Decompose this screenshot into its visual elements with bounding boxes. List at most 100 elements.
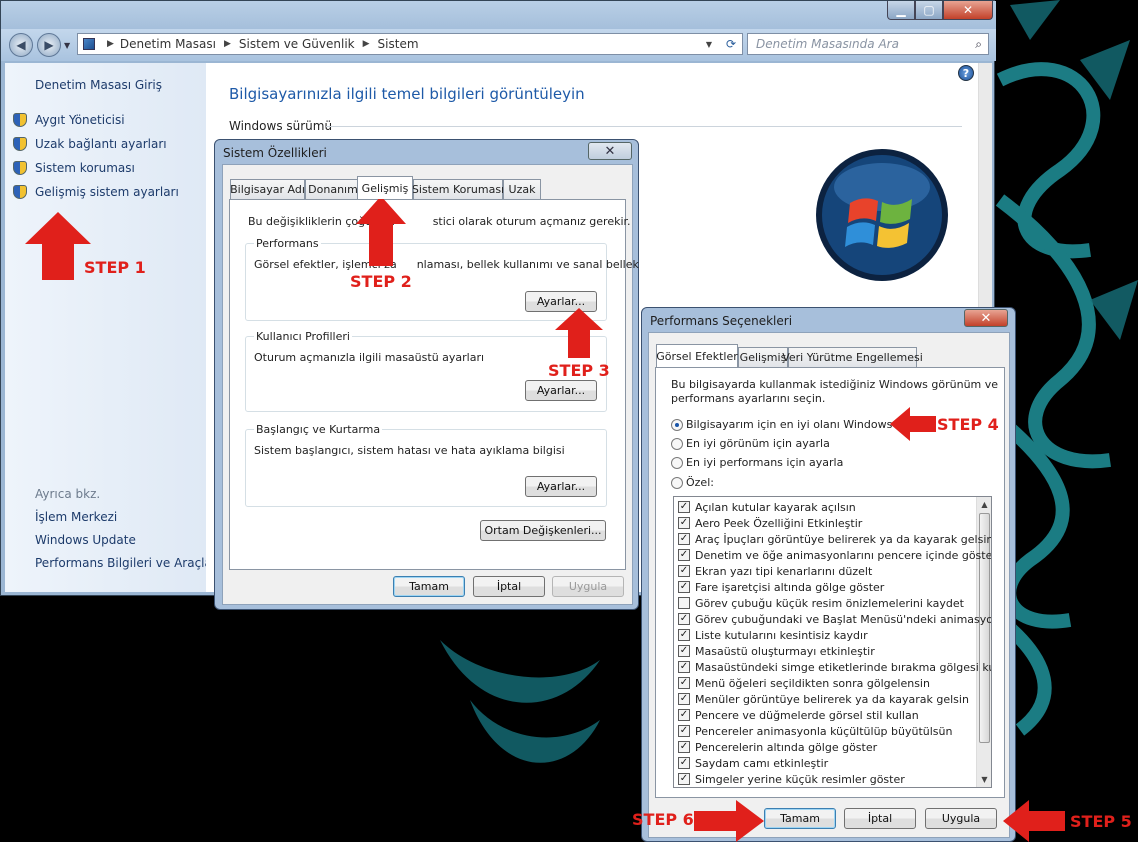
search-icon[interactable]: ⌕ bbox=[975, 37, 982, 52]
checkbox-label[interactable]: Menü öğeleri seçildikten sonra gölgelens… bbox=[695, 677, 930, 690]
checkbox-label[interactable]: Aero Peek Özelliğini Etkinleştir bbox=[695, 517, 862, 530]
checkbox[interactable]: ✓ bbox=[678, 517, 690, 529]
visual-effect-checkbox-row[interactable]: ✓ Menü öğeleri seçildikten sonra gölgelen… bbox=[678, 675, 930, 691]
radio-label[interactable]: Özel: bbox=[686, 476, 714, 489]
checkbox-label[interactable]: Pencereler animasyonla küçültülüp büyütü… bbox=[695, 725, 952, 738]
dialog-close-button[interactable]: ✕ bbox=[964, 309, 1008, 327]
tab-data-execution-prevention[interactable]: Veri Yürütme Engellemesi bbox=[782, 347, 923, 367]
radio-best-performance[interactable] bbox=[671, 457, 683, 469]
visual-effect-checkbox-row[interactable]: ✓ Menüler görüntüye belirerek ya da kayar… bbox=[678, 691, 969, 707]
ok-button[interactable]: Tamam bbox=[764, 808, 836, 829]
visual-effect-checkbox-row[interactable]: ✓ Masaüstündeki simge etiketlerinde bırak… bbox=[678, 659, 991, 675]
checkbox[interactable]: ✓ bbox=[678, 725, 690, 737]
checkbox-label[interactable]: Masaüstü oluşturmayı etkinleştir bbox=[695, 645, 875, 658]
action-center-link[interactable]: İşlem Merkezi bbox=[35, 510, 117, 524]
visual-effect-checkbox-row[interactable]: ✓ Denetim ve öğe animasyonlarını pencere … bbox=[678, 547, 991, 563]
maximize-button[interactable]: ▢ bbox=[915, 1, 943, 20]
checkbox-label[interactable]: Pencere ve düğmelerde görsel stil kullan bbox=[695, 709, 919, 722]
scroll-up-icon[interactable]: ▲ bbox=[977, 497, 991, 512]
visual-effect-checkbox-row[interactable]: ✓ Fare işaretçisi altında gölge göster bbox=[678, 579, 884, 595]
tab-computer-name[interactable]: Bilgisayar Adı bbox=[230, 179, 305, 199]
tab-hardware[interactable]: Donanım bbox=[305, 179, 361, 199]
tab-advanced[interactable]: Gelişmiş bbox=[738, 347, 788, 367]
radio-custom[interactable] bbox=[671, 477, 683, 489]
control-panel-home-link[interactable]: Denetim Masası Giriş bbox=[35, 78, 162, 92]
windows-update-link[interactable]: Windows Update bbox=[35, 533, 136, 547]
apply-button[interactable]: Uygula bbox=[552, 576, 624, 597]
checkbox-label[interactable]: Masaüstündeki simge etiketlerinde bırakm… bbox=[695, 661, 991, 674]
visual-effect-checkbox-row[interactable]: ✓ Araç İpuçları görüntüye belirerek ya da… bbox=[678, 531, 991, 547]
radio-label[interactable]: En iyi performans için ayarla bbox=[686, 456, 843, 469]
visual-effect-checkbox-row[interactable]: ✓ Görev çubuğundaki ve Başlat Menüsü'ndek… bbox=[678, 611, 991, 627]
visual-effect-checkbox-row[interactable]: ✓ Pencere ve düğmelerde görsel stil kulla… bbox=[678, 707, 919, 723]
dialog-close-button[interactable]: ✕ bbox=[588, 142, 632, 160]
visual-effect-checkbox-row[interactable]: Görev çubuğu küçük resim önizlemelerini … bbox=[678, 595, 964, 611]
checkbox[interactable]: ✓ bbox=[678, 661, 690, 673]
checkbox[interactable]: ✓ bbox=[678, 693, 690, 705]
checkbox-label[interactable]: Araç İpuçları görüntüye belirerek ya da … bbox=[695, 533, 991, 546]
checkbox[interactable]: ✓ bbox=[678, 501, 690, 513]
visual-effect-checkbox-row[interactable]: ✓ Saydam camı etkinleştir bbox=[678, 755, 828, 771]
breadcrumb-item[interactable]: Sistem bbox=[378, 37, 419, 51]
system-protection-link[interactable]: Sistem koruması bbox=[35, 161, 135, 175]
visual-effect-checkbox-row[interactable]: ✓ Açılan kutular kayarak açılsın bbox=[678, 499, 856, 515]
checkbox-label[interactable]: Görev çubuğundaki ve Başlat Menüsü'ndeki… bbox=[695, 613, 991, 626]
checkbox[interactable]: ✓ bbox=[678, 549, 690, 561]
help-icon[interactable]: ? bbox=[958, 65, 974, 81]
breadcrumb-item[interactable]: Sistem ve Güvenlik bbox=[239, 37, 355, 51]
checkbox[interactable] bbox=[678, 597, 690, 609]
minimize-button[interactable]: ▁ bbox=[887, 1, 915, 20]
address-bar[interactable]: ▶ Denetim Masası ▶ Sistem ve Güvenlik ▶ … bbox=[77, 33, 743, 55]
checkbox-label[interactable]: Simgeler yerine küçük resimler göster bbox=[695, 773, 905, 786]
visual-effect-checkbox-row[interactable]: ✓ Ekran yazı tipi kenarlarını düzelt bbox=[678, 563, 872, 579]
checkbox-label[interactable]: Görev çubuğu küçük resim önizlemelerini … bbox=[695, 597, 964, 610]
checkbox[interactable]: ✓ bbox=[678, 581, 690, 593]
forward-button[interactable]: ▶ bbox=[37, 33, 61, 57]
environment-variables-button[interactable]: Ortam Değişkenleri... bbox=[480, 520, 606, 541]
checkbox[interactable]: ✓ bbox=[678, 533, 690, 545]
visual-effect-checkbox-row[interactable]: ✓ Pencerelerin altında gölge göster bbox=[678, 739, 877, 755]
checkbox[interactable]: ✓ bbox=[678, 773, 690, 785]
visual-effect-checkbox-row[interactable]: ✓ Aero Peek Özelliğini Etkinleştir bbox=[678, 515, 862, 531]
address-dropdown-icon[interactable]: ▼ bbox=[706, 40, 712, 49]
checkbox[interactable]: ✓ bbox=[678, 645, 690, 657]
checkbox[interactable]: ✓ bbox=[678, 565, 690, 577]
advanced-system-settings-link[interactable]: Gelişmiş sistem ayarları bbox=[35, 185, 179, 199]
tab-system-protection[interactable]: Sistem Koruması bbox=[412, 179, 504, 199]
apply-button[interactable]: Uygula bbox=[925, 808, 997, 829]
visual-effect-checkbox-row[interactable]: ✓ Simgeler yerine küçük resimler göster bbox=[678, 771, 905, 787]
radio-let-windows-choose[interactable] bbox=[671, 419, 683, 431]
checkbox[interactable]: ✓ bbox=[678, 741, 690, 753]
tab-advanced[interactable]: Gelişmiş bbox=[357, 176, 413, 199]
visual-effect-checkbox-row[interactable]: ✓ Liste kutularını kesintisiz kaydır bbox=[678, 627, 868, 643]
back-button[interactable]: ◀ bbox=[9, 33, 33, 57]
cancel-button[interactable]: İptal bbox=[844, 808, 916, 829]
cancel-button[interactable]: İptal bbox=[473, 576, 545, 597]
checkbox-label[interactable]: Liste kutularını kesintisiz kaydır bbox=[695, 629, 868, 642]
checkbox-label[interactable]: Menüler görüntüye belirerek ya da kayara… bbox=[695, 693, 969, 706]
checkbox-label[interactable]: Fare işaretçisi altında gölge göster bbox=[695, 581, 884, 594]
breadcrumb-item[interactable]: Denetim Masası bbox=[120, 37, 216, 51]
visual-effect-checkbox-row[interactable]: ✓ Masaüstü oluşturmayı etkinleştir bbox=[678, 643, 875, 659]
checkbox[interactable]: ✓ bbox=[678, 677, 690, 689]
user-profiles-settings-button[interactable]: Ayarlar... bbox=[525, 380, 597, 401]
checkbox[interactable]: ✓ bbox=[678, 613, 690, 625]
device-manager-link[interactable]: Aygıt Yöneticisi bbox=[35, 113, 125, 127]
checkbox-label[interactable]: Saydam camı etkinleştir bbox=[695, 757, 828, 770]
window-titlebar[interactable] bbox=[1, 1, 996, 29]
refresh-icon[interactable]: ⟳ bbox=[726, 37, 736, 51]
ok-button[interactable]: Tamam bbox=[393, 576, 465, 597]
visual-effect-checkbox-row[interactable]: ✓ Pencereler animasyonla küçültülüp büyüt… bbox=[678, 723, 952, 739]
search-input[interactable]: Denetim Masasında Ara ⌕ bbox=[747, 33, 989, 55]
checkbox[interactable]: ✓ bbox=[678, 709, 690, 721]
checkbox[interactable]: ✓ bbox=[678, 757, 690, 769]
radio-best-appearance[interactable] bbox=[671, 438, 683, 450]
radio-label[interactable]: En iyi görünüm için ayarla bbox=[686, 437, 830, 450]
tab-remote[interactable]: Uzak bbox=[503, 179, 541, 199]
recent-pages-dropdown[interactable]: ▼ bbox=[64, 41, 70, 50]
scroll-down-icon[interactable]: ▼ bbox=[977, 772, 991, 787]
checkbox[interactable]: ✓ bbox=[678, 629, 690, 641]
checkbox-label[interactable]: Denetim ve öğe animasyonlarını pencere i… bbox=[695, 549, 991, 562]
checkbox-label[interactable]: Açılan kutular kayarak açılsın bbox=[695, 501, 856, 514]
startup-recovery-settings-button[interactable]: Ayarlar... bbox=[525, 476, 597, 497]
